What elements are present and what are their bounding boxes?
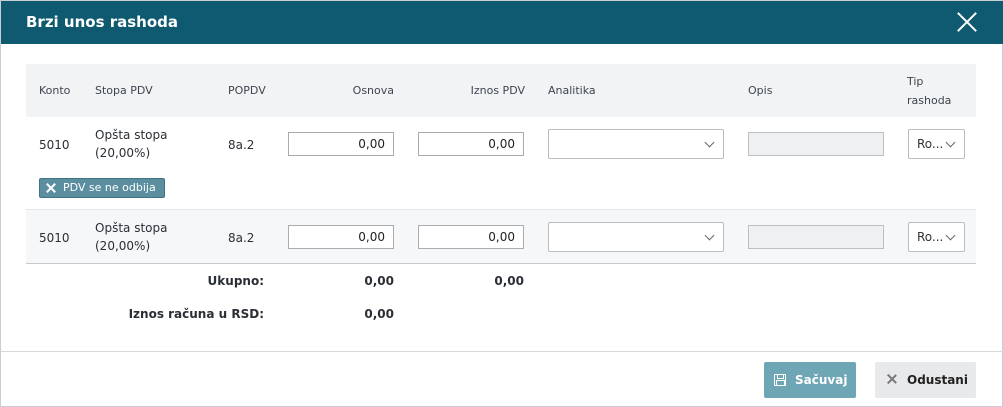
chevron-down-icon: [945, 230, 956, 241]
iznos-racuna-label: Iznos računa u RSD:: [128, 307, 264, 321]
close-icon: [46, 183, 56, 193]
header-popdv: POPDV: [228, 84, 266, 97]
header-opis: Opis: [748, 84, 773, 97]
osnova-input[interactable]: 0,00: [288, 225, 394, 249]
header-iznos-pdv: Iznos PDV: [470, 84, 525, 97]
chevron-down-icon: [945, 137, 956, 148]
stopa-cell-line1: Opšta stopa: [95, 221, 168, 235]
pdv-ne-odbija-badge[interactable]: PDV se ne odbija: [39, 178, 165, 198]
iznos-pdv-input[interactable]: 0,00: [418, 132, 524, 156]
iznos-racuna-value: 0,00: [364, 307, 394, 321]
dialog-title: Brzi unos rashoda: [26, 13, 179, 31]
header-osnova: Osnova: [352, 84, 394, 97]
badge-label: PDV se ne odbija: [63, 181, 156, 194]
konto-cell: 5010: [39, 138, 70, 152]
save-icon: [774, 374, 786, 386]
stopa-cell-line1: Opšta stopa: [95, 128, 168, 142]
popdv-cell: 8a.2: [228, 231, 255, 245]
save-label: Sačuvaj: [795, 373, 848, 387]
opis-field[interactable]: [748, 225, 884, 249]
table-row: 5010 Opšta stopa (20,00%) 8a.2 0,00 0,00…: [26, 210, 976, 264]
quick-expense-dialog: Brzi unos rashoda Konto Stopa PDV POPDV …: [0, 0, 1003, 407]
stopa-cell-line2: (20,00%): [95, 239, 151, 253]
chevron-down-icon: [704, 230, 715, 241]
tip-rashoda-value: Ro...: [917, 230, 944, 244]
ukupno-pdv: 0,00: [494, 274, 524, 288]
analitika-select[interactable]: [548, 129, 724, 159]
header-analitika: Analitika: [548, 84, 596, 97]
header-tip-rashoda-1: Tip: [907, 75, 924, 88]
save-button[interactable]: Sačuvaj: [764, 362, 856, 398]
cancel-label: Odustani: [907, 373, 968, 387]
konto-cell: 5010: [39, 231, 70, 245]
osnova-input[interactable]: 0,00: [288, 132, 394, 156]
chevron-down-icon: [704, 137, 715, 148]
ukupno-osnova: 0,00: [364, 274, 394, 288]
cancel-button[interactable]: Odustani: [875, 362, 976, 398]
stopa-cell-line2: (20,00%): [95, 146, 151, 160]
popdv-cell: 8a.2: [228, 138, 255, 152]
tip-rashoda-select[interactable]: Ro...: [908, 129, 965, 159]
ukupno-label: Ukupno:: [207, 274, 264, 288]
tip-rashoda-select[interactable]: Ro...: [908, 222, 965, 252]
header-tip-rashoda-2: rashoda: [907, 94, 952, 107]
table-header: Konto Stopa PDV POPDV Osnova Iznos PDV A…: [26, 64, 976, 117]
dialog-header: Brzi unos rashoda: [1, 1, 1003, 44]
opis-field[interactable]: [748, 132, 884, 156]
table-row: 5010 Opšta stopa (20,00%) 8a.2 0,00 0,00…: [26, 117, 976, 210]
close-icon[interactable]: [955, 10, 979, 34]
close-icon: [887, 374, 897, 384]
header-konto: Konto: [39, 84, 71, 97]
footer-divider: [1, 351, 1003, 352]
header-stopa-pdv: Stopa PDV: [95, 84, 153, 97]
analitika-select[interactable]: [548, 222, 724, 252]
tip-rashoda-value: Ro...: [917, 137, 944, 151]
iznos-pdv-input[interactable]: 0,00: [418, 225, 524, 249]
